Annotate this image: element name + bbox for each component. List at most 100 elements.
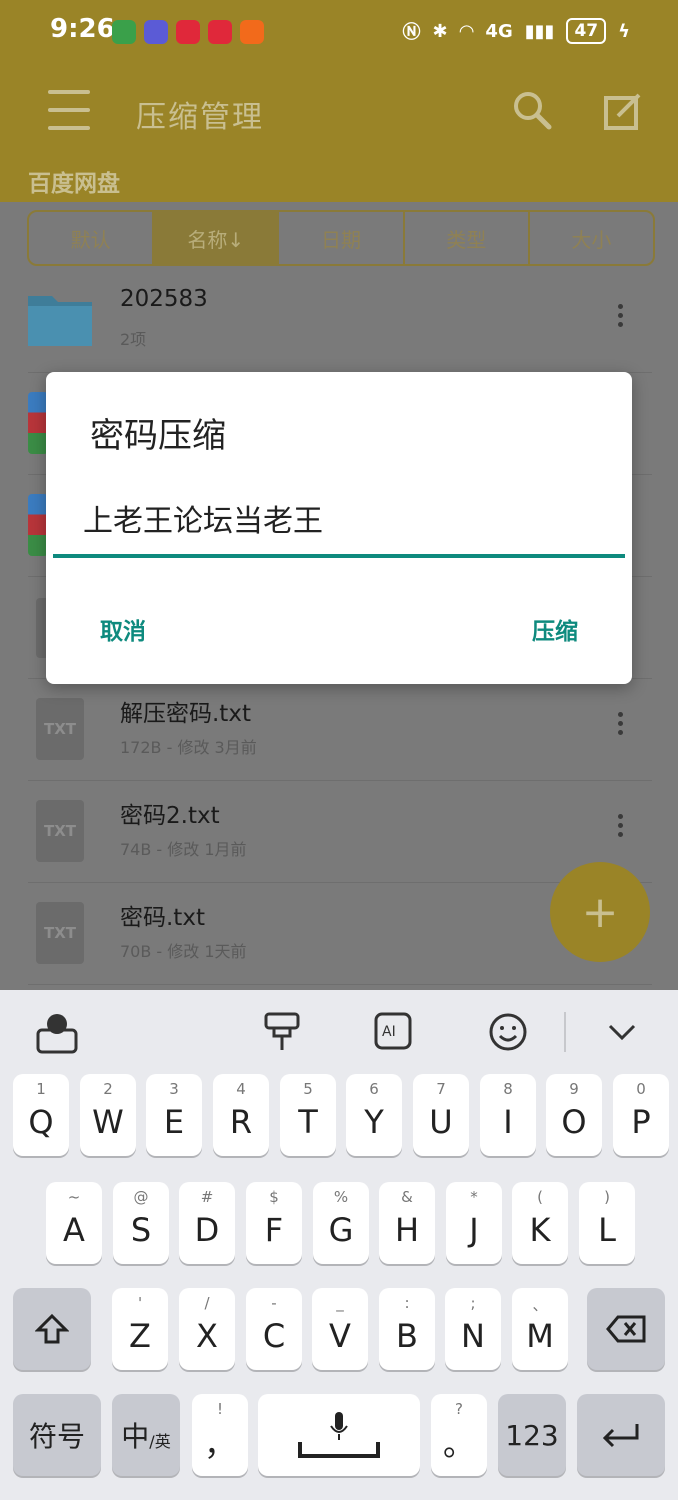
dialog-title: 密码压缩 xyxy=(90,416,226,456)
list-item[interactable]: TXT 密码2.txt 74B - 修改 1月前 xyxy=(28,780,652,883)
search-icon[interactable] xyxy=(512,90,552,130)
folder-icon xyxy=(28,296,92,346)
key-k[interactable]: (K xyxy=(512,1182,568,1264)
space-bar-icon xyxy=(298,1442,380,1458)
sort-tab-type[interactable]: 类型 xyxy=(405,212,530,264)
current-path: 百度网盘 xyxy=(28,171,120,197)
wifi-icon: ◠ xyxy=(459,20,474,42)
status-time: 9:26 xyxy=(50,14,115,44)
comma-key[interactable]: !， xyxy=(192,1394,248,1476)
charging-icon: ϟ xyxy=(618,20,630,42)
key-w[interactable]: 2W xyxy=(80,1074,136,1156)
password-compress-dialog: 密码压缩 取消 压缩 xyxy=(46,372,632,684)
file-name: 202583 xyxy=(120,286,208,312)
list-item[interactable]: 202583 2项 xyxy=(28,270,652,373)
key-c[interactable]: -C xyxy=(246,1288,302,1370)
soft-keyboard: AI 1Q 2W 3E 4R 5T 6Y 7U 8I 9O 0P ~ A @ S #… xyxy=(0,990,678,1500)
enter-key[interactable] xyxy=(577,1394,665,1476)
txt-file-icon: TXT xyxy=(36,698,84,760)
keyboard-globe-icon[interactable] xyxy=(36,1010,80,1054)
key-s[interactable]: @ S xyxy=(113,1182,169,1264)
language-switch-key[interactable]: 中/英 xyxy=(112,1394,180,1476)
add-fab-button[interactable]: + xyxy=(550,862,650,962)
status-app-icons xyxy=(112,20,264,44)
key-g[interactable]: % G xyxy=(313,1182,369,1264)
numbers-key[interactable]: 123 xyxy=(498,1394,566,1476)
period-key[interactable]: ?。 xyxy=(431,1394,487,1476)
key-m[interactable]: 、 M xyxy=(512,1288,568,1370)
key-d[interactable]: # D xyxy=(179,1182,235,1264)
network-type: 4G xyxy=(485,20,513,42)
taobao-app-icon xyxy=(240,20,264,44)
key-e[interactable]: 3E xyxy=(146,1074,202,1156)
txt-file-icon: TXT xyxy=(36,902,84,964)
compress-button[interactable]: 压缩 xyxy=(532,612,578,646)
key-z[interactable]: ' Z xyxy=(112,1288,168,1370)
toolbar-divider xyxy=(564,1012,566,1052)
more-options-icon[interactable] xyxy=(618,304,624,331)
key-h[interactable]: & H xyxy=(379,1182,435,1264)
key-v[interactable]: _ V xyxy=(312,1288,368,1370)
backspace-icon xyxy=(606,1315,646,1343)
svg-text:AI: AI xyxy=(382,1024,396,1040)
page-title: 压缩管理 xyxy=(136,100,264,135)
key-p[interactable]: 0P xyxy=(613,1074,669,1156)
key-j[interactable]: * J xyxy=(446,1182,502,1264)
key-a[interactable]: ~ A xyxy=(46,1182,102,1264)
sort-tab-size[interactable]: 大小 xyxy=(530,212,653,264)
key-u[interactable]: 7U xyxy=(413,1074,469,1156)
file-name: 密码2.txt xyxy=(120,803,220,829)
key-x[interactable]: / X xyxy=(179,1288,235,1370)
cancel-button[interactable]: 取消 xyxy=(100,612,146,646)
archive-icon xyxy=(28,494,48,556)
key-t[interactable]: 5T xyxy=(280,1074,336,1156)
key-o[interactable]: 9O xyxy=(546,1074,602,1156)
emoji-icon[interactable] xyxy=(486,1010,530,1054)
lang-label: 中 xyxy=(121,1420,150,1453)
sort-tab-date[interactable]: 日期 xyxy=(279,212,405,264)
bluetooth-icon: ✱ xyxy=(432,20,448,42)
enter-icon xyxy=(602,1424,639,1448)
status-indicators: Ⓝ ✱ ◠ 4G ▮▮▮ 47 ϟ xyxy=(402,18,630,44)
key-n[interactable]: ; N xyxy=(445,1288,501,1370)
sort-tab-default[interactable]: 默认 xyxy=(29,212,155,264)
symbols-key[interactable]: 符号 xyxy=(13,1394,101,1476)
list-item[interactable]: TXT 解压密码.txt 172B - 修改 3月前 xyxy=(28,678,652,781)
backspace-key[interactable] xyxy=(587,1288,665,1370)
archive-icon xyxy=(28,392,48,454)
battery-level: 47 xyxy=(566,18,607,44)
nfc-icon: Ⓝ xyxy=(402,22,421,43)
app-bar: 压缩管理 百度网盘 xyxy=(0,68,678,202)
key-r[interactable]: 4R xyxy=(213,1074,269,1156)
menu-icon[interactable] xyxy=(48,90,90,130)
signal-icon: ▮▮▮ xyxy=(524,20,555,42)
sort-tab-name[interactable]: 名称↓ xyxy=(154,212,280,264)
status-bar: 9:26 Ⓝ ✱ ◠ 4G ▮▮▮ 47 ϟ xyxy=(0,0,678,68)
file-meta: 2项 xyxy=(120,330,147,349)
camera-app-icon xyxy=(144,20,168,44)
key-f[interactable]: $ F xyxy=(246,1182,302,1264)
shift-icon xyxy=(35,1313,69,1344)
skin-brush-icon[interactable] xyxy=(260,1010,304,1054)
key-y[interactable]: 6Y xyxy=(346,1074,402,1156)
file-name: 密码.txt xyxy=(120,905,205,931)
microphone-icon xyxy=(330,1412,348,1440)
more-options-icon[interactable] xyxy=(618,712,624,739)
key-i[interactable]: 8I xyxy=(480,1074,536,1156)
lang-sub: /英 xyxy=(149,1432,171,1451)
file-meta: 70B - 修改 1天前 xyxy=(120,942,247,961)
file-name: 解压密码.txt xyxy=(120,701,251,727)
txt-file-icon: TXT xyxy=(36,800,84,862)
key-q[interactable]: 1Q xyxy=(13,1074,69,1156)
key-b[interactable]: :B xyxy=(379,1288,435,1370)
ai-write-icon[interactable]: AI xyxy=(372,1010,416,1054)
shopping-app-icon xyxy=(208,20,232,44)
file-meta: 172B - 修改 3月前 xyxy=(120,738,257,757)
password-input[interactable] xyxy=(53,482,625,558)
more-options-icon[interactable] xyxy=(618,814,624,841)
space-key[interactable] xyxy=(258,1394,420,1476)
shift-key[interactable] xyxy=(13,1288,91,1370)
collapse-keyboard-icon[interactable] xyxy=(600,1010,644,1054)
key-l[interactable]: ) L xyxy=(579,1182,635,1264)
edit-icon[interactable] xyxy=(604,92,642,130)
